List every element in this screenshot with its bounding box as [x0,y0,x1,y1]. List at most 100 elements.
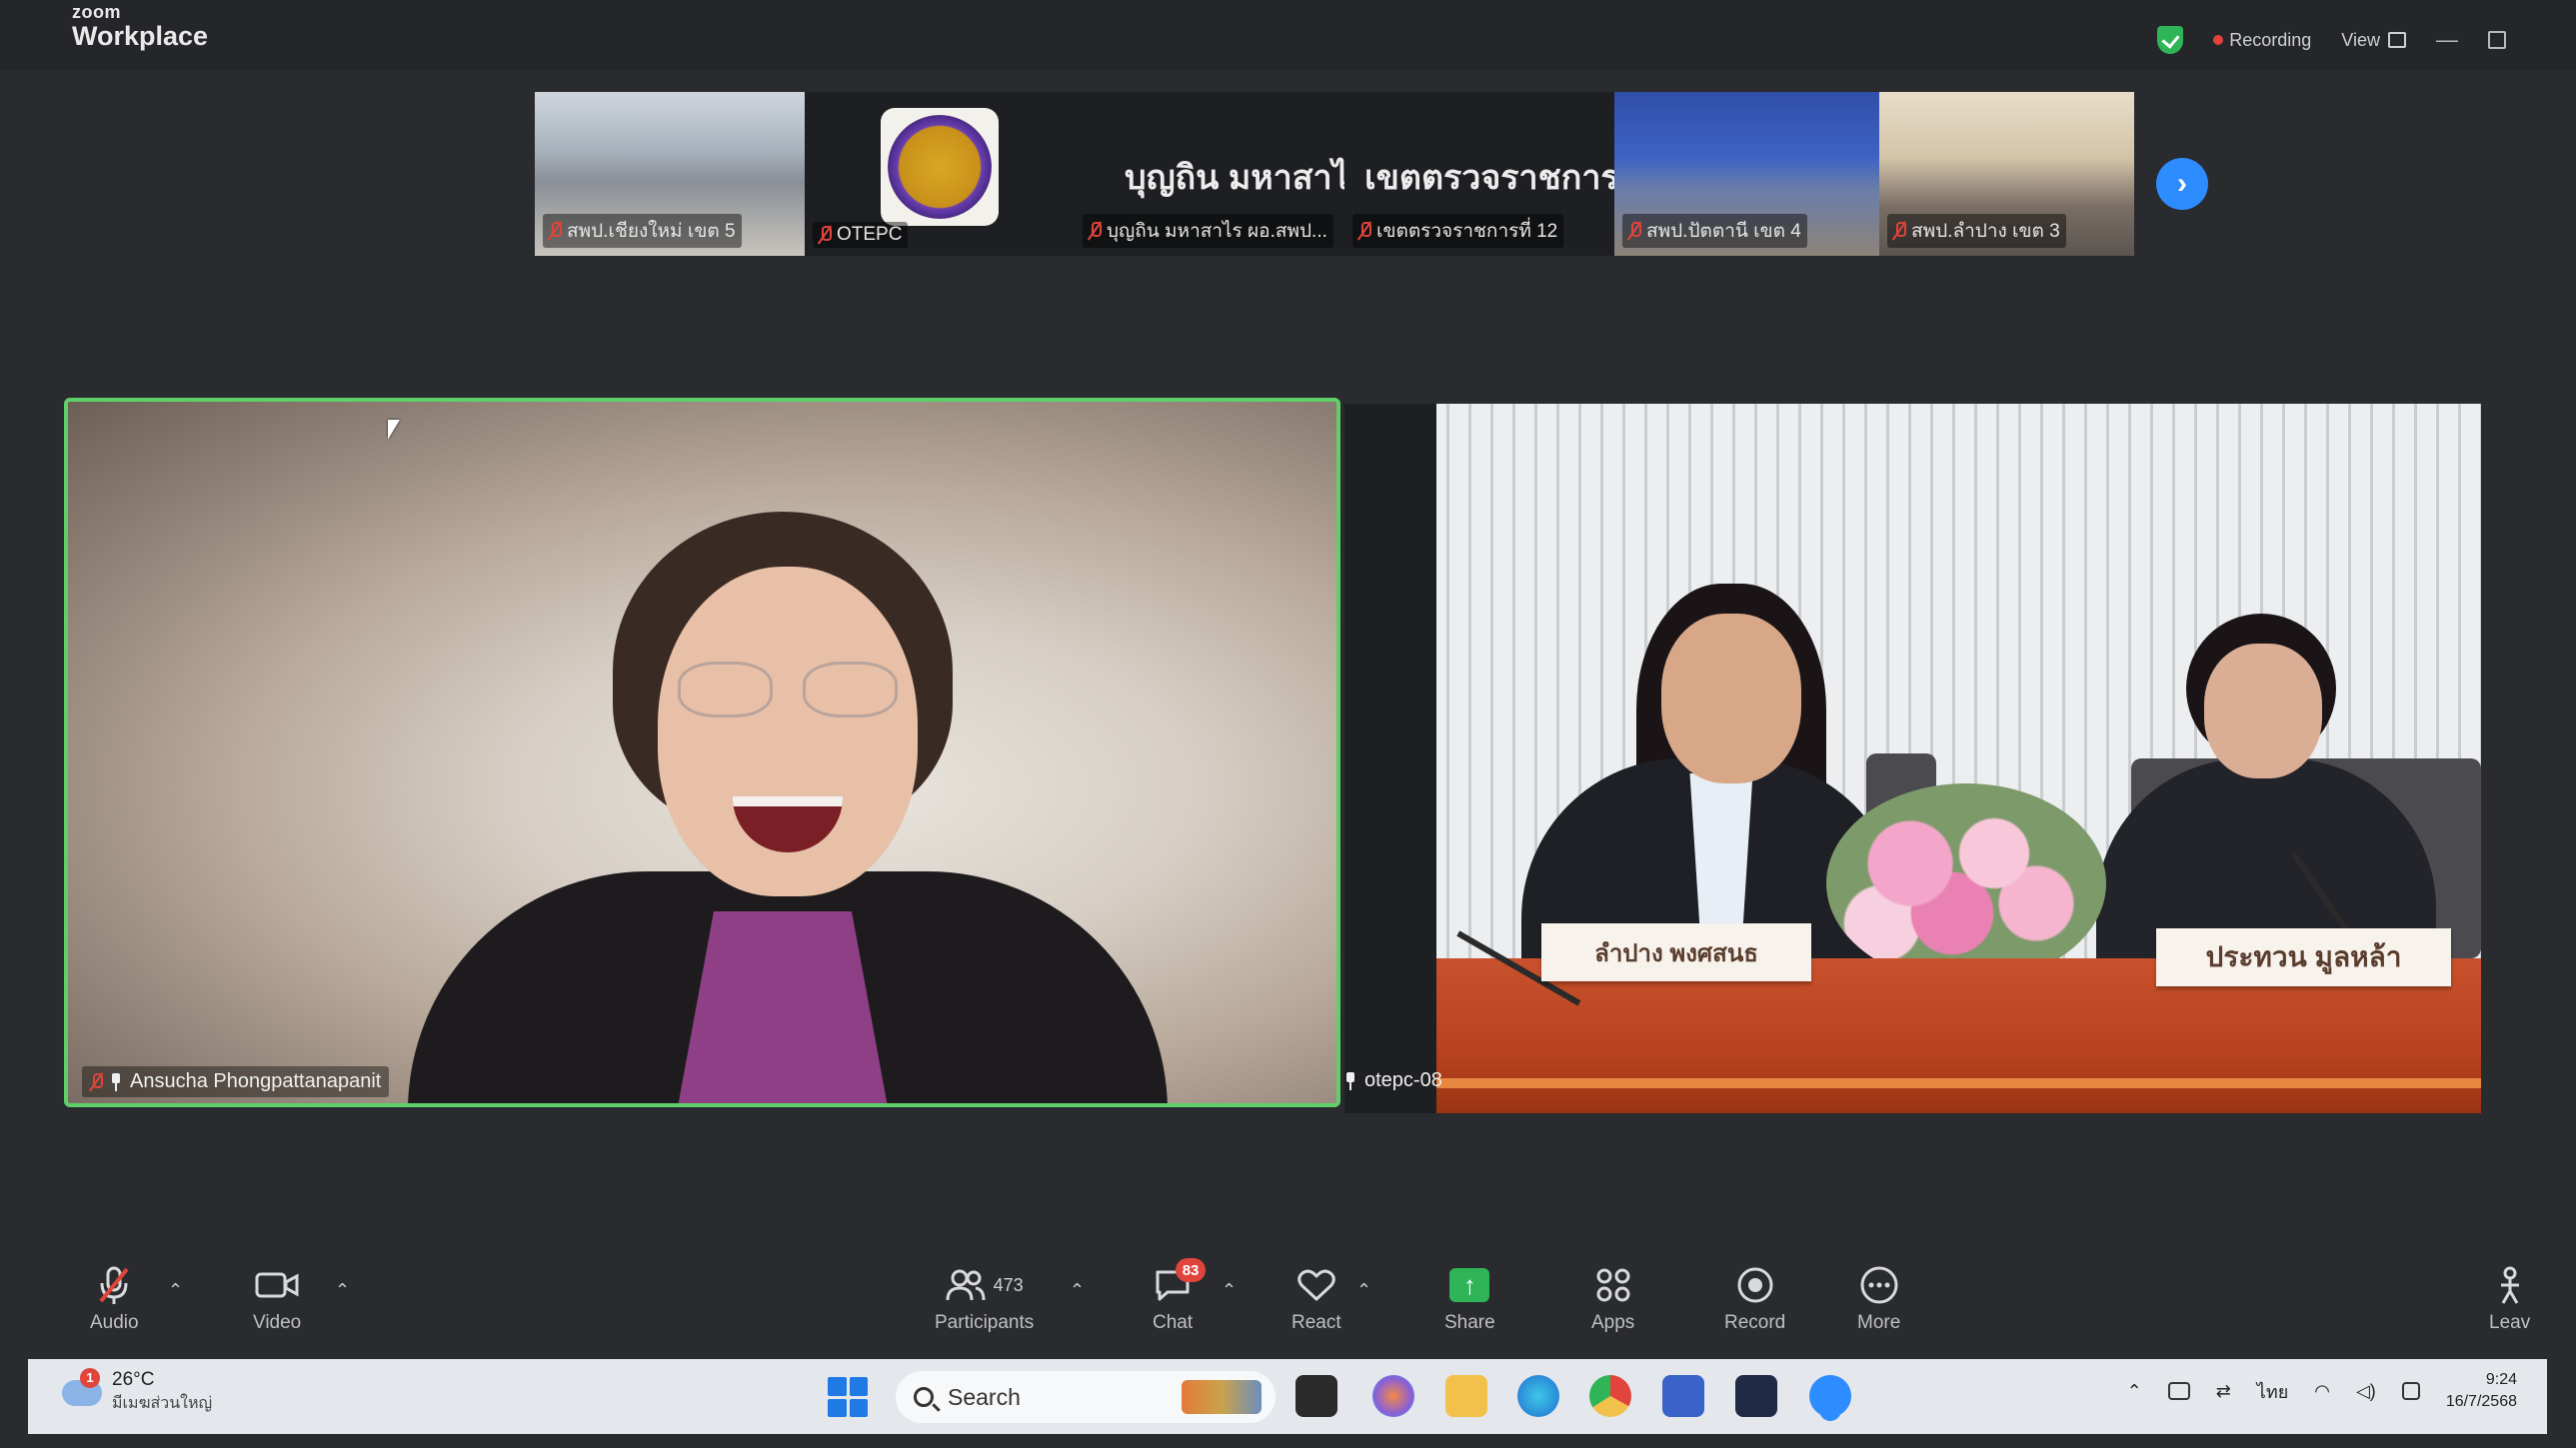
nameplate-right: ประทวน มูลหล้า [2156,928,2451,986]
video-name-label: Ansucha Phongpattanapanit [82,1066,390,1097]
grid-view-icon [2388,32,2406,48]
edge-browser-icon[interactable] [1517,1375,1559,1417]
chat-label: Chat [1153,1312,1194,1333]
audio-button[interactable]: Audio [90,1264,139,1334]
dropbox-icon[interactable] [1735,1375,1777,1417]
video-options-chevron-icon[interactable]: ⌃ [335,1280,350,1301]
mouse-cursor-icon [388,420,400,440]
camera-icon [255,1264,299,1306]
share-button[interactable]: ↑ Share [1444,1264,1495,1334]
participants-icon: 473 [946,1264,1024,1306]
share-screen-icon: ↑ [1449,1268,1490,1302]
network-share-icon[interactable]: ⇄ [2216,1381,2231,1402]
search-highlight-image [1182,1380,1262,1414]
clock[interactable]: 9:24 16/7/2568 [2446,1369,2517,1413]
participants-options-chevron-icon[interactable]: ⌃ [1070,1280,1085,1301]
flower-arrangement [1826,783,2106,983]
tile-name: สพป.ปัตตานี เขต 4 [1646,221,1801,242]
tile-label: OTEPC [813,222,909,248]
mic-muted-icon [819,226,832,244]
tile-label: สพป.ปัตตานี เขต 4 [1622,214,1807,248]
language-indicator[interactable]: ไทย [2257,1377,2288,1406]
gallery-tile[interactable]: เขตตรวจราชการ... เขตตรวจราชการที่ 12 [1344,92,1614,256]
record-icon [1735,1264,1775,1306]
view-button[interactable]: View [2341,30,2406,51]
apps-label: Apps [1591,1312,1635,1333]
chat-unread-badge: 83 [1176,1258,1207,1282]
speaker-video-right[interactable]: ลำปาง พงศสนธ ประทวน มูลหล้า [1436,404,2481,1113]
react-button[interactable]: React [1291,1264,1341,1334]
gallery-strip: สพป.เชียงใหม่ เขต 5 OTEPC บุญถิน มหาสาไร… [535,92,2134,256]
battery-icon[interactable] [2401,1382,2420,1400]
weather-desc: มีเมฆส่วนใหญ่ [112,1395,213,1412]
pin-icon [110,1072,122,1091]
speaker-video-left[interactable]: Ansucha Phongpattanapanit [64,398,1340,1107]
participant-name: otepc-08 [1364,1069,1442,1091]
onedrive-cloud-icon[interactable] [2167,1382,2190,1400]
leave-button[interactable]: Leav [2489,1264,2530,1334]
apps-button[interactable]: Apps [1591,1264,1634,1334]
volume-icon[interactable]: ◁) [2356,1381,2376,1402]
audio-options-chevron-icon[interactable]: ⌃ [168,1280,183,1301]
microphone-muted-icon [97,1264,131,1306]
gallery-next-button[interactable]: › [2156,158,2208,210]
search-placeholder: Search [948,1383,1021,1410]
participant-name: Ansucha Phongpattanapanit [130,1070,382,1092]
react-label: React [1291,1312,1341,1333]
tile-name: เขตตรวจราชการที่ 12 [1376,221,1558,242]
gallery-tile[interactable]: บุญถิน มหาสาไร... บุญถิน มหาสาไร ผอ.สพป.… [1075,92,1344,256]
zoom-app-icon[interactable] [1809,1375,1851,1417]
tile-label: บุญถิน มหาสาไร ผอ.สพป... [1083,214,1333,248]
tray-overflow-chevron-icon[interactable]: ⌃ [2127,1381,2142,1402]
gallery-tile[interactable]: OTEPC [805,92,1075,256]
zoom-logo: zoom Workplace [72,2,208,52]
leave-label: Leav [2489,1312,2531,1333]
windows-taskbar: 1 26°C มีเมฆส่วนใหญ่ Search ⌃ ⇄ ไทย ◠ ◁)… [28,1359,2547,1434]
more-button[interactable]: More [1857,1264,1900,1334]
chat-options-chevron-icon[interactable]: ⌃ [1222,1280,1237,1301]
mic-muted-icon [1089,222,1102,240]
zoom-window: zoom Workplace Recording View — สพป.เชีย… [0,0,2576,1448]
taskbar-search[interactable]: Search [896,1371,1276,1423]
share-label: Share [1444,1312,1495,1333]
chat-icon: 83 [1154,1258,1207,1306]
search-icon [914,1387,934,1407]
file-explorer-icon[interactable] [1445,1375,1487,1417]
more-dots-icon [1859,1264,1899,1306]
react-options-chevron-icon[interactable]: ⌃ [1356,1280,1371,1301]
recording-indicator[interactable]: Recording [2213,30,2311,51]
clock-date: 16/7/2568 [2445,1393,2517,1410]
wifi-icon[interactable]: ◠ [2314,1381,2330,1402]
minimize-button[interactable]: — [2436,27,2458,53]
record-label: Record [1724,1312,1786,1333]
chat-button[interactable]: 83 Chat [1153,1258,1207,1334]
store-icon[interactable] [1662,1375,1704,1417]
tile-name: OTEPC [837,224,903,245]
video-button[interactable]: Video [253,1264,301,1334]
gallery-tile[interactable]: สพป.ปัตตานี เขต 4 [1614,92,1879,256]
chrome-browser-icon[interactable] [1589,1375,1631,1417]
participants-button[interactable]: 473 Participants [935,1264,1034,1334]
task-view-icon[interactable] [1295,1375,1337,1417]
tile-label: เขตตรวจราชการที่ 12 [1352,214,1564,248]
encryption-shield-icon[interactable] [2157,26,2184,54]
title-bar: zoom Workplace Recording View — [0,0,2576,70]
mic-muted-icon [549,222,562,240]
record-button[interactable]: Record [1724,1264,1785,1334]
participants-count: 473 [993,1274,1024,1295]
cloud-weather-icon: 1 [62,1367,102,1406]
recording-dot-icon [2213,35,2224,45]
restore-button[interactable] [2488,31,2506,49]
weather-widget[interactable]: 1 26°C มีเมฆส่วนใหญ่ [62,1367,213,1416]
windows-start-icon[interactable] [828,1377,868,1417]
gallery-tile[interactable]: สพป.ลำปาง เขต 3 [1879,92,2134,256]
tile-name: สพป.เชียงใหม่ เขต 5 [567,221,736,242]
copilot-icon[interactable] [1372,1375,1414,1417]
weather-badge: 1 [80,1367,100,1388]
video-label: Video [253,1312,302,1333]
system-tray: ⌃ ⇄ ไทย ◠ ◁) 9:24 16/7/2568 [2127,1369,2517,1413]
pin-icon [1344,1071,1356,1090]
more-label: More [1857,1312,1901,1333]
gallery-tile[interactable]: สพป.เชียงใหม่ เขต 5 [535,92,805,256]
tile-title: เขตตรวจราชการ... [1364,159,1614,197]
